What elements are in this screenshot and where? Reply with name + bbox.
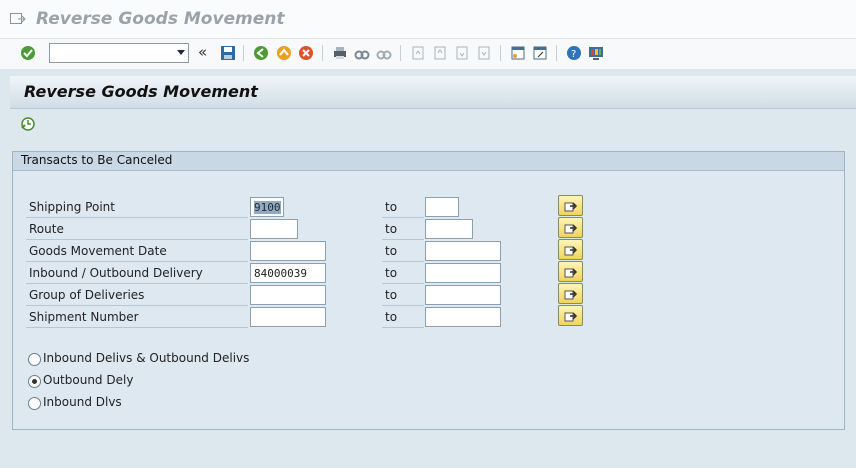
delivery-to-input[interactable]: [425, 263, 501, 283]
to-label: to: [385, 266, 398, 280]
title-bar: Reverse Goods Movement: [0, 0, 856, 39]
row-label: Route: [29, 222, 64, 236]
previous-page-icon[interactable]: [431, 44, 449, 62]
find-next-icon[interactable]: [375, 44, 393, 62]
help-icon[interactable]: ?: [565, 44, 583, 62]
delivery-from-input[interactable]: 84000039: [250, 263, 326, 283]
radio-circle[interactable]: [28, 397, 41, 410]
separator: [322, 45, 323, 61]
route-to-input[interactable]: [425, 219, 473, 239]
to-label: to: [385, 244, 398, 258]
command-dropdown-icon[interactable]: [177, 50, 185, 55]
shipment-number-to-input[interactable]: [425, 307, 501, 327]
multiple-selection-button[interactable]: [558, 217, 583, 238]
save-icon[interactable]: [219, 44, 237, 62]
radio-label: Inbound Dlvs: [43, 395, 122, 409]
row-label: Inbound / Outbound Delivery: [29, 266, 203, 280]
to-label: to: [385, 222, 398, 236]
window-title: Reverse Goods Movement: [36, 9, 285, 29]
command-field[interactable]: [49, 43, 189, 63]
last-page-icon[interactable]: [475, 44, 493, 62]
shipping-point-to-input[interactable]: [425, 197, 459, 217]
new-session-icon[interactable]: [509, 44, 527, 62]
goods-movement-date-to-input[interactable]: [425, 241, 501, 261]
cancel-icon[interactable]: [297, 44, 315, 62]
screen-header: Reverse Goods Movement: [10, 76, 856, 109]
first-page-icon[interactable]: [409, 44, 427, 62]
group-title-bar: Transacts to Be Canceled: [13, 152, 844, 171]
svg-text:?: ?: [571, 49, 576, 60]
group-title: Transacts to Be Canceled: [21, 153, 173, 167]
radio-label: Outbound Dely: [43, 373, 134, 387]
row-label: Group of Deliveries: [29, 288, 145, 302]
shipping-point-from-input[interactable]: 9100: [250, 197, 284, 217]
row-group-of-deliveries: Group of Deliveries to: [26, 283, 846, 307]
back-icon[interactable]: [252, 44, 270, 62]
goods-movement-date-from-input[interactable]: [250, 241, 326, 261]
separator: [556, 45, 557, 61]
separator: [500, 45, 501, 61]
row-shipping-point: Shipping Point 9100 to: [26, 195, 846, 219]
chevron-left-icon[interactable]: «: [198, 43, 207, 61]
multiple-selection-button[interactable]: [558, 239, 583, 260]
customize-layout-icon[interactable]: [587, 44, 605, 62]
multiple-selection-button[interactable]: [558, 195, 583, 216]
separator: [400, 45, 401, 61]
print-icon[interactable]: [331, 44, 349, 62]
multiple-selection-button[interactable]: [558, 261, 583, 282]
row-label: Goods Movement Date: [29, 244, 167, 258]
row-label: Shipment Number: [29, 310, 139, 324]
execute-icon[interactable]: [20, 116, 36, 135]
enter-icon[interactable]: [19, 44, 37, 62]
shortcut-icon[interactable]: [531, 44, 549, 62]
route-from-input[interactable]: [250, 219, 298, 239]
shipment-number-from-input[interactable]: [250, 307, 326, 327]
to-label: to: [385, 288, 398, 302]
row-label: Shipping Point: [29, 200, 115, 214]
row-shipment-number: Shipment Number to: [26, 305, 846, 329]
to-label: to: [385, 200, 398, 214]
screen-title: Reverse Goods Movement: [24, 82, 258, 101]
group-of-deliveries-from-input[interactable]: [250, 285, 326, 305]
radio-circle[interactable]: [28, 353, 41, 366]
next-page-icon[interactable]: [453, 44, 471, 62]
multiple-selection-button[interactable]: [558, 283, 583, 304]
group-of-deliveries-to-input[interactable]: [425, 285, 501, 305]
menu-icon[interactable]: [10, 13, 26, 25]
to-label: to: [385, 310, 398, 324]
separator: [243, 45, 244, 61]
system-toolbar: « ?: [0, 39, 856, 69]
radio-circle-selected[interactable]: [28, 375, 41, 388]
multiple-selection-button[interactable]: [558, 305, 583, 326]
exit-icon[interactable]: [275, 44, 293, 62]
radio-label: Inbound Delivs & Outbound Delivs: [43, 351, 250, 365]
row-delivery: Inbound / Outbound Delivery 84000039 to: [26, 261, 846, 285]
find-icon[interactable]: [353, 44, 371, 62]
row-route: Route to: [26, 217, 846, 241]
row-goods-movement-date: Goods Movement Date to: [26, 239, 846, 263]
